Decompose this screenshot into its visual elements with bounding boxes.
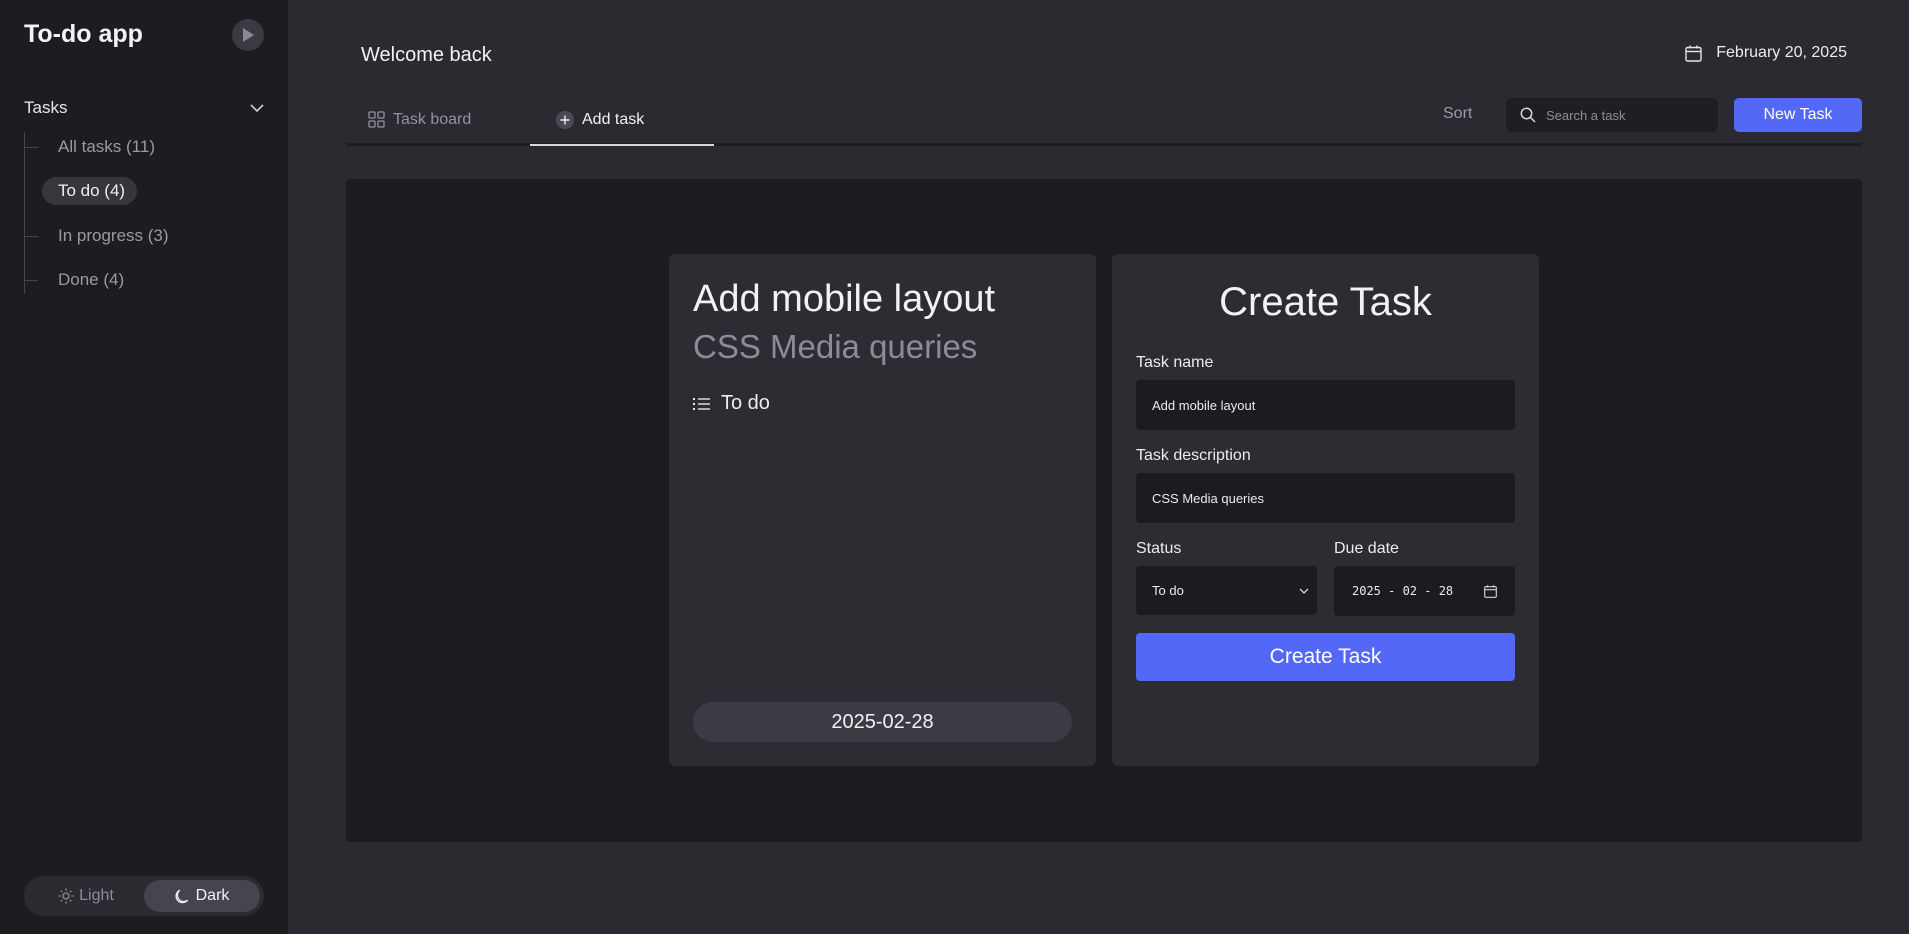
status-select[interactable]: To do xyxy=(1136,566,1317,615)
sidebar-item-done[interactable]: Done (4) xyxy=(24,265,264,295)
theme-dark-button[interactable]: Dark xyxy=(144,880,260,912)
sidebar: To-do app Tasks All tasks (11) To do (4)… xyxy=(0,0,288,934)
grid-icon xyxy=(368,111,385,128)
status-select-value: To do xyxy=(1152,583,1184,598)
sidebar-item-all-tasks[interactable]: All tasks (11) xyxy=(24,132,264,162)
tree-tick xyxy=(24,235,38,237)
search-icon xyxy=(1520,107,1536,123)
chevron-down-icon xyxy=(1299,588,1309,594)
task-description-input[interactable] xyxy=(1136,473,1515,523)
sidebar-item-label: Done (4) xyxy=(58,270,125,289)
sidebar-item-label: In progress (3) xyxy=(58,226,169,245)
create-task-form: Create Task Task name Task description S… xyxy=(1112,254,1539,766)
tree-tick xyxy=(24,279,38,281)
task-description-label: Task description xyxy=(1136,447,1251,464)
list-icon xyxy=(693,397,710,410)
app-title: To-do app xyxy=(24,20,143,48)
tasks-section-title: Tasks xyxy=(24,98,68,117)
task-preview-card: Add mobile layout CSS Media queries To d… xyxy=(669,254,1096,766)
calendar-icon[interactable] xyxy=(1484,584,1497,598)
sidebar-item-to-do[interactable]: To do (4) xyxy=(24,176,264,206)
tasks-section-header[interactable]: Tasks xyxy=(24,96,264,120)
theme-toggle: Light Dark xyxy=(24,876,264,916)
preview-status-label: To do xyxy=(721,392,770,414)
current-date: February 20, 2025 xyxy=(1685,44,1847,62)
form-title: Create Task xyxy=(1219,280,1432,324)
sun-icon xyxy=(58,888,74,904)
preview-due-date: 2025-02-28 xyxy=(693,702,1072,742)
sidebar-item-label: To do (4) xyxy=(42,177,138,205)
task-name-input[interactable] xyxy=(1136,380,1515,430)
app-root: To-do app Tasks All tasks (11) To do (4)… xyxy=(0,0,1909,934)
sidebar-item-label: All tasks (11) xyxy=(58,137,155,156)
play-icon xyxy=(243,28,254,42)
preview-title: Add mobile layout xyxy=(693,278,996,320)
current-date-text: February 20, 2025 xyxy=(1716,44,1847,61)
theme-light-label: Light xyxy=(79,887,114,904)
theme-light-button[interactable]: Light xyxy=(28,880,144,912)
tab-task-board-label: Task board xyxy=(393,110,472,128)
due-date-value: 2025 - 02 - 28 xyxy=(1352,584,1454,598)
tree-tick xyxy=(24,146,38,148)
due-date-input[interactable]: 2025 - 02 - 28 xyxy=(1334,566,1515,616)
tab-task-board[interactable]: Task board xyxy=(368,95,471,144)
welcome-heading: Welcome back xyxy=(361,44,492,66)
tab-add-task[interactable]: Add task xyxy=(530,95,714,146)
plus-icon xyxy=(556,110,574,129)
task-name-label: Task name xyxy=(1136,354,1214,371)
calendar-icon xyxy=(1685,45,1702,62)
new-task-button[interactable]: New Task xyxy=(1734,98,1862,132)
sidebar-item-in-progress[interactable]: In progress (3) xyxy=(24,221,264,251)
preview-description: CSS Media queries xyxy=(693,328,978,365)
theme-dark-label: Dark xyxy=(195,887,230,904)
due-date-label: Due date xyxy=(1334,540,1399,557)
collapse-sidebar-button[interactable] xyxy=(232,19,264,51)
search-input[interactable] xyxy=(1546,107,1706,123)
moon-icon xyxy=(175,889,188,904)
tab-add-task-label: Add task xyxy=(582,110,645,128)
main-panel xyxy=(346,179,1862,842)
tree-tick xyxy=(24,191,38,192)
chevron-down-icon xyxy=(250,103,264,112)
create-task-button[interactable]: Create Task xyxy=(1136,633,1515,681)
preview-status: To do xyxy=(693,392,770,415)
search-box xyxy=(1506,98,1718,132)
status-label: Status xyxy=(1136,540,1182,557)
sort-button[interactable]: Sort xyxy=(1443,105,1472,123)
